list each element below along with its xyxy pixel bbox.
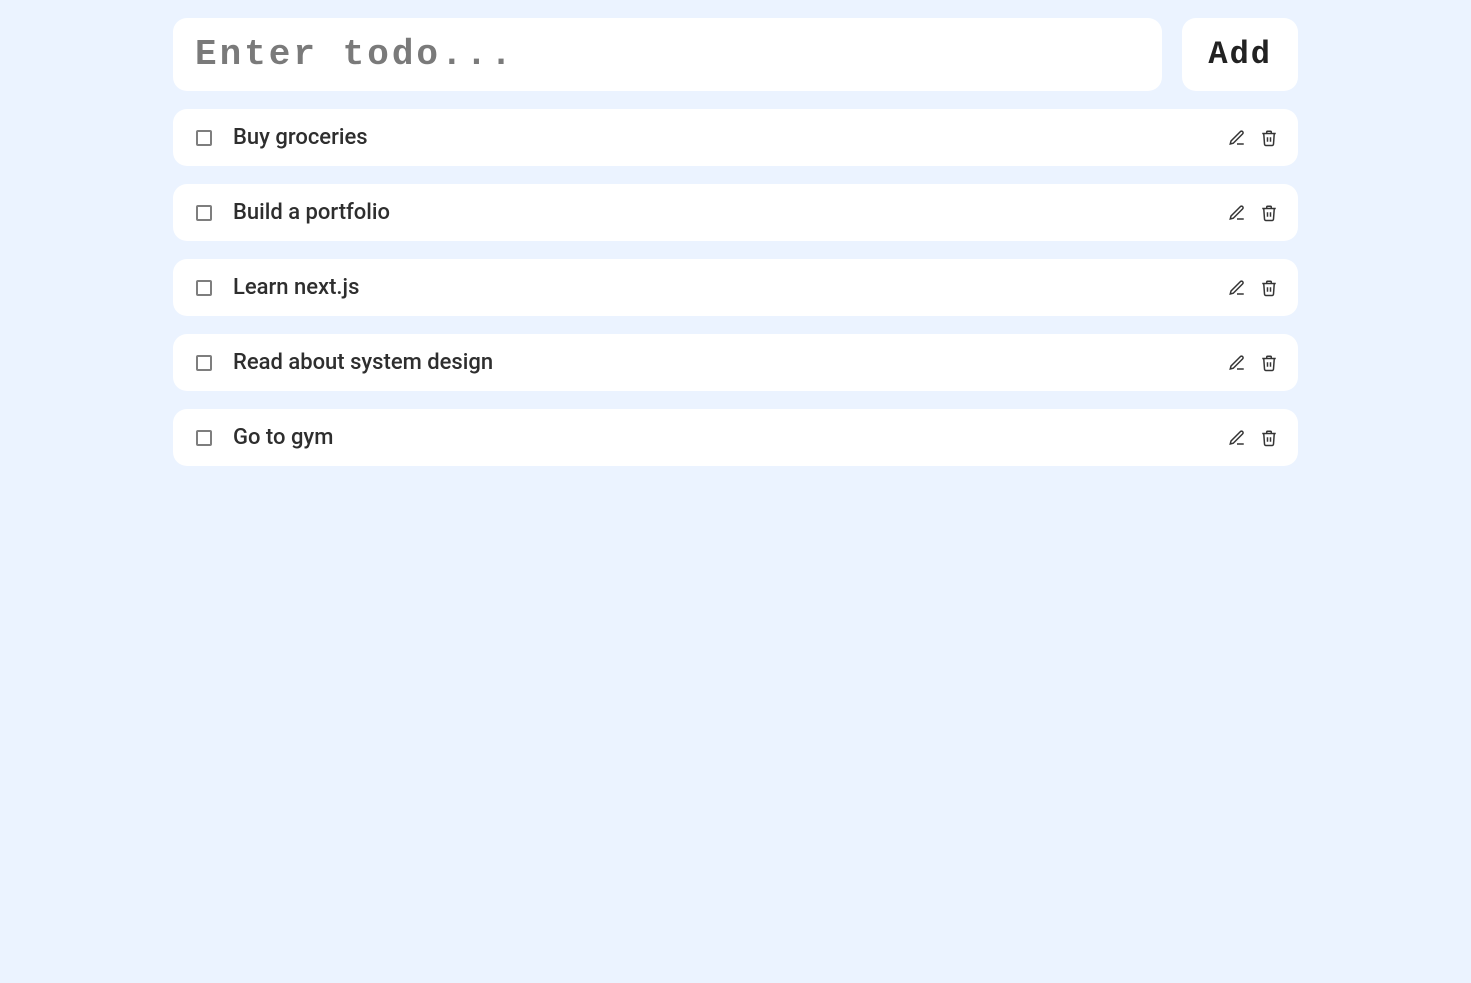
edit-button[interactable]	[1228, 129, 1246, 147]
edit-icon	[1228, 279, 1246, 297]
edit-button[interactable]	[1228, 204, 1246, 222]
edit-button[interactable]	[1228, 354, 1246, 372]
edit-icon	[1228, 354, 1246, 372]
edit-button[interactable]	[1228, 429, 1246, 447]
todo-item: Buy groceries	[173, 109, 1298, 166]
trash-icon	[1260, 429, 1278, 447]
trash-icon	[1260, 129, 1278, 147]
todo-checkbox[interactable]	[193, 127, 215, 149]
delete-button[interactable]	[1260, 204, 1278, 222]
todo-item: Build a portfolio	[173, 184, 1298, 241]
todo-text: Buy groceries	[233, 125, 1228, 150]
trash-icon	[1260, 204, 1278, 222]
todo-actions	[1228, 354, 1278, 372]
square-icon	[196, 430, 212, 446]
todo-item: Read about system design	[173, 334, 1298, 391]
add-button[interactable]: Add	[1182, 18, 1298, 91]
input-row: Add	[173, 18, 1298, 91]
todo-text: Go to gym	[233, 425, 1228, 450]
todo-item: Learn next.js	[173, 259, 1298, 316]
todo-actions	[1228, 129, 1278, 147]
todo-text: Build a portfolio	[233, 200, 1228, 225]
todo-checkbox[interactable]	[193, 277, 215, 299]
delete-button[interactable]	[1260, 354, 1278, 372]
todo-text: Read about system design	[233, 350, 1228, 375]
app-container: Add Buy groceries	[163, 18, 1308, 466]
square-icon	[196, 130, 212, 146]
delete-button[interactable]	[1260, 429, 1278, 447]
todo-actions	[1228, 429, 1278, 447]
todo-item: Go to gym	[173, 409, 1298, 466]
edit-icon	[1228, 129, 1246, 147]
delete-button[interactable]	[1260, 279, 1278, 297]
todo-checkbox[interactable]	[193, 202, 215, 224]
todo-input[interactable]	[173, 18, 1162, 91]
todo-checkbox[interactable]	[193, 427, 215, 449]
trash-icon	[1260, 354, 1278, 372]
square-icon	[196, 355, 212, 371]
edit-button[interactable]	[1228, 279, 1246, 297]
todo-list: Buy groceries	[173, 109, 1298, 466]
todo-text: Learn next.js	[233, 275, 1228, 300]
edit-icon	[1228, 429, 1246, 447]
trash-icon	[1260, 279, 1278, 297]
todo-actions	[1228, 279, 1278, 297]
square-icon	[196, 280, 212, 296]
todo-checkbox[interactable]	[193, 352, 215, 374]
edit-icon	[1228, 204, 1246, 222]
delete-button[interactable]	[1260, 129, 1278, 147]
square-icon	[196, 205, 212, 221]
todo-actions	[1228, 204, 1278, 222]
